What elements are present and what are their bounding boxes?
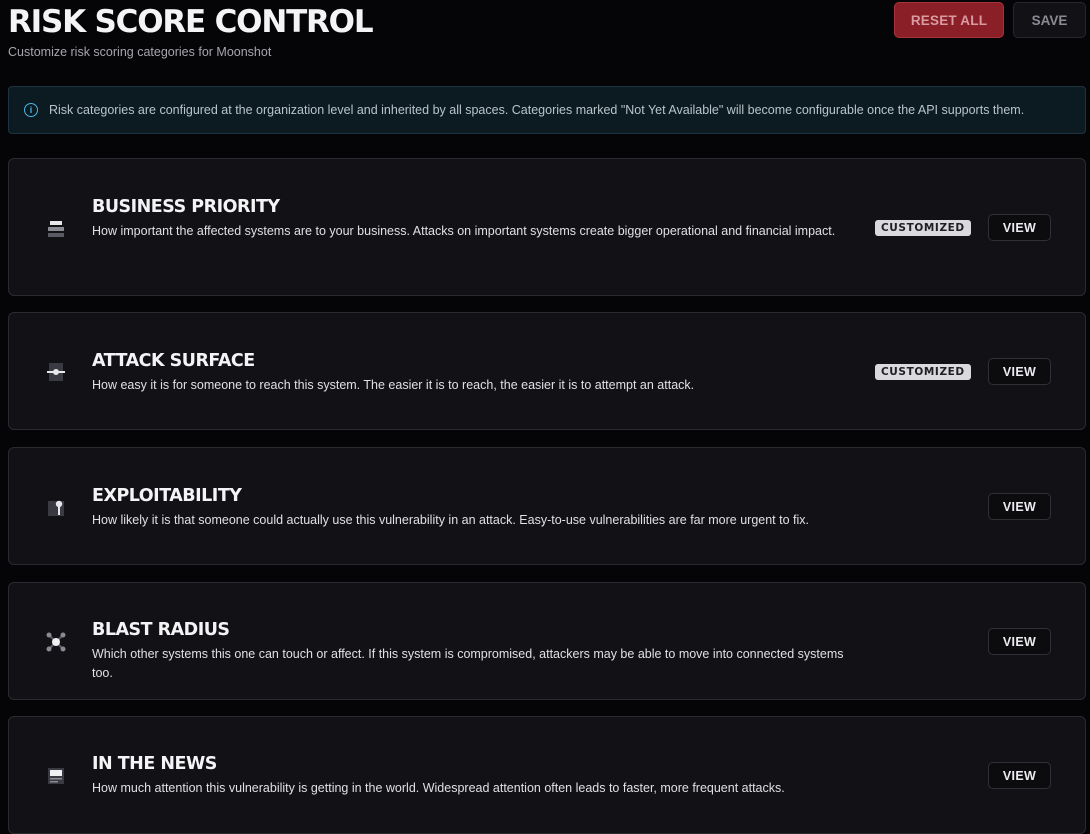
save-button[interactable]: SAVE [1013,2,1086,38]
info-icon: i [24,103,38,117]
category-card-business-priority: BUSINESS PRIORITY How important the affe… [8,158,1086,296]
page-title: RISK SCORE CONTROL [8,4,374,40]
server-stack-icon [45,218,67,240]
page-header: RISK SCORE CONTROL Customize risk scorin… [8,0,1086,70]
category-description: How important the affected systems are t… [92,224,836,238]
view-button[interactable]: VIEW [988,762,1051,789]
reset-all-button[interactable]: RESET ALL [894,2,1004,38]
category-title: BUSINESS PRIORITY [92,197,280,217]
category-card-exploitability: EXPLOITABILITY How likely it is that som… [8,447,1086,565]
newspaper-icon [45,765,67,787]
category-title: IN THE NEWS [92,754,217,774]
category-card-blast-radius: BLAST RADIUS Which other systems this on… [8,582,1086,700]
category-description: Which other systems this one can touch o… [92,647,844,680]
info-banner-text: Risk categories are configured at the or… [49,103,1025,117]
category-description: How easy it is for someone to reach this… [92,378,695,392]
customized-badge: CUSTOMIZED [875,220,971,236]
category-title: BLAST RADIUS [92,620,230,640]
view-button[interactable]: VIEW [988,214,1051,241]
page-subtitle: Customize risk scoring categories for Mo… [8,45,272,59]
category-title: ATTACK SURFACE [92,351,255,371]
network-node-icon [45,361,67,383]
category-title: EXPLOITABILITY [92,486,242,506]
info-banner: i Risk categories are configured at the … [8,86,1086,134]
exploit-pin-icon [45,497,67,519]
view-button[interactable]: VIEW [988,493,1051,520]
category-description: How much attention this vulnerability is… [92,781,785,795]
blast-radius-icon [45,631,67,653]
category-card-in-the-news: IN THE NEWS How much attention this vuln… [8,716,1086,834]
view-button[interactable]: VIEW [988,628,1051,655]
customized-badge: CUSTOMIZED [875,364,971,380]
view-button[interactable]: VIEW [988,358,1051,385]
category-description: How likely it is that someone could actu… [92,513,809,527]
category-card-attack-surface: ATTACK SURFACE How easy it is for someon… [8,312,1086,430]
